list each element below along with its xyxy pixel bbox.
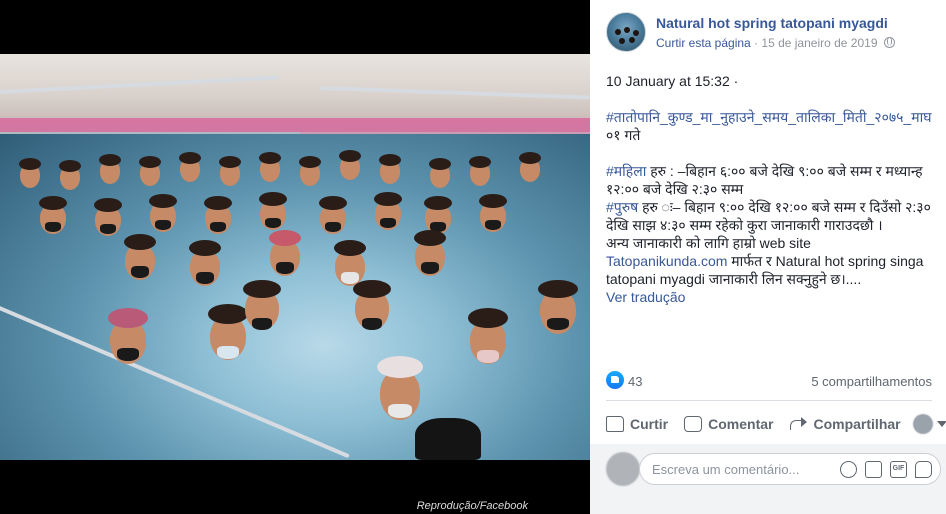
share-count[interactable]: 5 compartilhamentos <box>811 374 932 389</box>
comment-tools: GIF <box>840 461 932 478</box>
post-timestamp-line: 10 January at 15:32 · <box>606 73 739 89</box>
post-meta: Curtir esta página · 15 de janeiro de 20… <box>656 36 895 50</box>
globe-icon[interactable] <box>883 37 895 48</box>
hashtag-women[interactable]: #महिला <box>606 163 646 179</box>
thumbs-up-icon <box>606 416 624 432</box>
chevron-down-icon <box>936 421 946 427</box>
meta-separator: · <box>750 36 762 50</box>
website-link[interactable]: Tatopanikunda.com <box>606 253 727 269</box>
post-schedule: #महिला हरु : –बिहान ६:०० बजे देखि ९:०० ब… <box>606 162 932 288</box>
see-translation-link[interactable]: Ver tradução <box>606 288 932 306</box>
like-page-link[interactable]: Curtir esta página <box>656 36 751 50</box>
like-reaction-icon[interactable] <box>606 371 624 389</box>
like-button[interactable]: Curtir <box>606 416 668 432</box>
post-hashtag-line: #तातोपानि_कुण्ड_मा_नुहाउने_समय_तालिका_मि… <box>606 108 932 144</box>
account-switcher[interactable] <box>912 414 946 434</box>
hashtag-schedule[interactable]: #तातोपानि_कुण्ड_मा_नुहाउने_समय_तालिका_मि… <box>606 109 931 125</box>
info-prefix-text: अन्य जानाकारी को लागि हाम्रो web site <box>606 235 811 251</box>
photo-viewer: Reprodução/Facebook <box>0 0 590 514</box>
gif-icon[interactable]: GIF <box>890 461 907 478</box>
share-button[interactable]: Compartilhar <box>789 416 901 432</box>
post-panel: Natural hot spring tatopani myagdi Curti… <box>590 0 946 514</box>
photo-credit: Reprodução/Facebook <box>416 500 528 512</box>
comment-button-label: Comentar <box>708 416 774 432</box>
post-actions: Curtir Comentar Compartilhar <box>606 408 946 440</box>
pool-rim <box>0 118 590 132</box>
user-avatar-small <box>912 414 933 434</box>
sticker-icon[interactable] <box>915 461 932 478</box>
share-button-label: Compartilhar <box>813 416 901 432</box>
page-name-link[interactable]: Natural hot spring tatopani myagdi <box>656 15 888 31</box>
post-photo[interactable] <box>0 54 590 460</box>
divider <box>606 400 932 401</box>
men-schedule-text: हरु ः– बिहान ९:०० देखि १२:०० बजे सम्म र … <box>606 199 931 233</box>
post-header: Natural hot spring tatopani myagdi Curti… <box>606 12 936 56</box>
reactions-bar: 43 5 compartilhamentos <box>606 371 932 391</box>
hashtag-schedule-tail: ०१ गते <box>606 127 641 143</box>
post-date[interactable]: 15 de janeiro de 2019 <box>761 36 877 50</box>
page-avatar[interactable] <box>606 12 646 52</box>
comment-placeholder: Escreva um comentário... <box>652 462 800 477</box>
camera-icon[interactable] <box>865 461 882 478</box>
like-button-label: Curtir <box>630 416 669 432</box>
pool-water <box>0 134 590 460</box>
user-avatar <box>606 452 640 486</box>
hashtag-men[interactable]: #पुरुष <box>606 199 638 215</box>
women-schedule-text: हरु : –बिहान ६:०० बजे देखि ९:०० बजे सम्म… <box>606 163 923 197</box>
comment-composer: Escreva um comentário... GIF <box>590 444 946 514</box>
comment-button[interactable]: Comentar <box>684 416 773 432</box>
share-arrow-icon <box>789 416 808 432</box>
like-count[interactable]: 43 <box>628 374 642 389</box>
post-text: 10 January at 15:32 · #तातोपानि_कुण्ड_मा… <box>606 72 932 306</box>
emoji-icon[interactable] <box>840 461 857 478</box>
comment-bubble-icon <box>684 416 703 432</box>
comment-input[interactable]: Escreva um comentário... GIF <box>639 453 941 485</box>
